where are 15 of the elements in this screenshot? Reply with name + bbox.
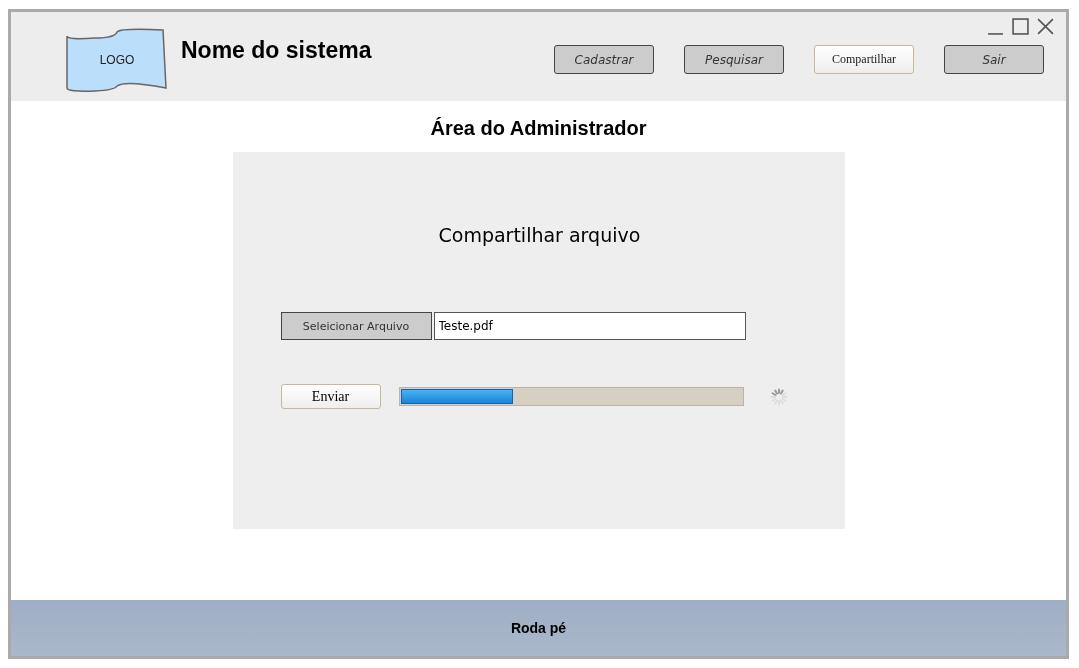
spinner-icon [768, 386, 789, 407]
file-field[interactable]: Teste.pdf [433, 312, 746, 340]
nav-button[interactable]: Pesquisar [684, 45, 784, 74]
page-title: Área do Administrador [430, 117, 647, 140]
nav-button[interactable]: Cadastrar [554, 45, 654, 74]
system-name: Nome do sistema [181, 37, 372, 64]
close-icon[interactable] [1037, 18, 1054, 35]
logo-banner: LOGO [65, 27, 169, 92]
send-button[interactable]: Enviar [280, 384, 381, 409]
select-file-button[interactable]: Seleicionar Arquivo [280, 312, 432, 340]
maximize-icon[interactable] [1012, 18, 1029, 35]
nav-button[interactable]: Sair [944, 45, 1044, 74]
panel-title: Compartilhar arquivo [438, 224, 642, 246]
nav-button[interactable]: Compartilhar [814, 45, 914, 74]
footer-text: Roda pé [510, 620, 567, 636]
